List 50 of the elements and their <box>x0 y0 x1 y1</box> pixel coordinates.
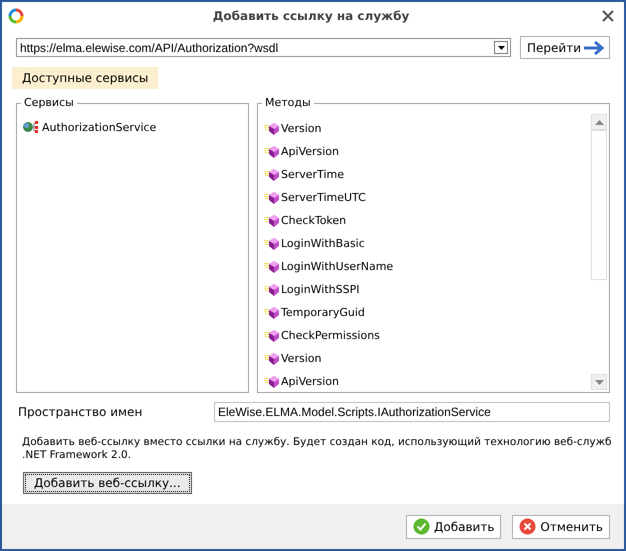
method-item[interactable]: CheckPermissions <box>281 329 380 342</box>
method-item[interactable]: LoginWithSSPI <box>281 283 360 296</box>
method-item[interactable]: ServerTime <box>281 168 344 181</box>
app-logo-icon <box>8 8 24 24</box>
up-arrow-icon <box>594 120 604 124</box>
namespace-field[interactable]: EleWise.ELMA.Model.Scripts.IAuthorizationService <box>214 402 610 422</box>
service-item[interactable]: AuthorizationService <box>17 117 248 137</box>
method-item[interactable]: ApiVersion <box>281 375 340 388</box>
method-icon <box>264 144 280 158</box>
service-icon <box>22 120 40 134</box>
method-item[interactable]: LoginWithUserName <box>281 260 394 273</box>
add-button[interactable]: Добавить <box>406 514 502 538</box>
down-arrow-icon <box>594 380 604 384</box>
method-item[interactable]: Version <box>281 352 322 365</box>
cancel-button[interactable]: Отменить <box>512 514 610 538</box>
method-icon <box>264 214 280 228</box>
method-item[interactable]: ServerTimeUTC <box>281 191 366 204</box>
scroll-up-button[interactable] <box>591 114 607 130</box>
tab[interactable]: Доступные сервисы <box>12 67 158 89</box>
method-icon <box>264 122 280 136</box>
method-icon <box>264 328 280 342</box>
add-web-reference-button[interactable]: Добавить веб-ссылку... <box>23 472 192 494</box>
cancel-icon <box>519 518 536 535</box>
group-title: Сервисы <box>21 96 77 109</box>
method-item[interactable]: CheckToken <box>281 214 346 227</box>
method-item[interactable]: TemporaryGuid <box>281 306 365 319</box>
method-icon <box>264 352 280 366</box>
method-icon <box>264 190 280 204</box>
scroll-down-button[interactable] <box>591 374 607 390</box>
method-icon <box>264 282 280 296</box>
close-icon <box>602 10 614 22</box>
go-button[interactable]: Перейти <box>520 36 610 59</box>
dropdown-button[interactable] <box>494 41 508 54</box>
window-title: Добавить ссылку на службу <box>212 9 410 23</box>
method-item[interactable]: ApiVersion <box>281 145 340 158</box>
address-field[interactable]: https://elma.elewise.com/API/Authorization?wsdl <box>16 38 511 57</box>
method-item[interactable]: Version <box>281 122 322 135</box>
scrollbar[interactable] <box>591 114 607 390</box>
method-item[interactable]: LoginWithBasic <box>281 237 365 250</box>
description-text: Добавить веб-ссылку вместо ссылки на службу. Будет создан код, использующий технологию веб-служб .NET Framework 2.0. <box>22 436 613 462</box>
method-icon <box>264 374 280 388</box>
method-icon <box>264 306 280 320</box>
method-icon <box>264 236 280 250</box>
method-icon <box>264 168 280 182</box>
arrow-icon <box>583 40 605 54</box>
check-icon <box>413 518 430 535</box>
group-title: Методы <box>262 96 314 109</box>
method-icon <box>264 260 280 274</box>
namespace-label: Пространство имен <box>17 405 144 419</box>
caret-icon <box>498 46 504 50</box>
